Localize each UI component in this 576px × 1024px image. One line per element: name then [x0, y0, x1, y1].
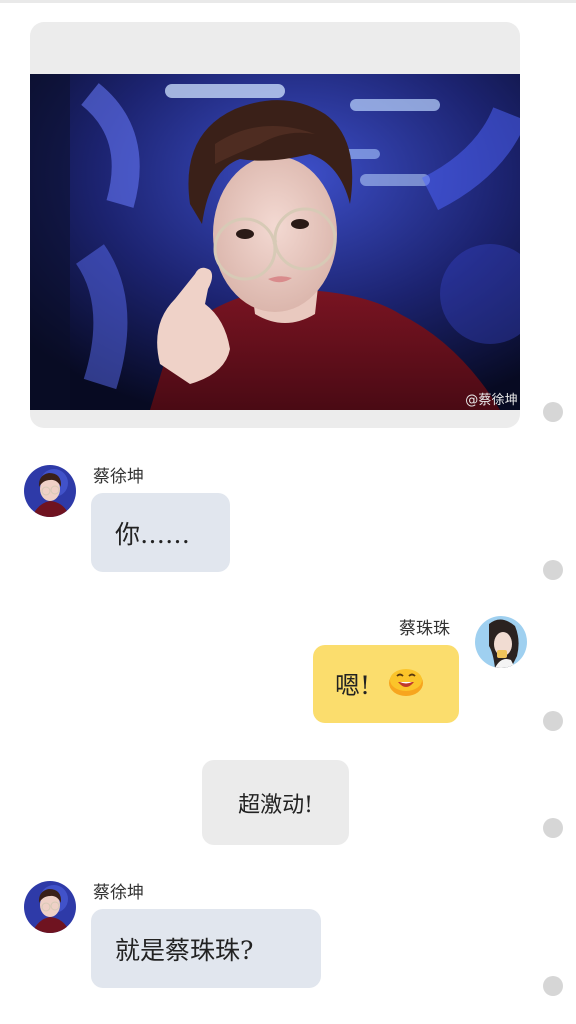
- message-text: 你……: [115, 519, 191, 549]
- chat-screen: @蔡徐坤 蔡徐坤 你…… 蔡珠珠 嗯! 超激动! 蔡徐坤 就是蔡珠珠?: [0, 0, 576, 1024]
- message-bubble-center[interactable]: 超激动!: [202, 760, 349, 845]
- image-message-card[interactable]: @蔡徐坤: [30, 22, 520, 428]
- select-radio-message-4[interactable]: [543, 976, 563, 996]
- message-bubble-right[interactable]: 嗯!: [313, 645, 459, 723]
- top-divider: [0, 0, 576, 3]
- message-text: 就是蔡珠珠?: [115, 935, 254, 965]
- shared-photo[interactable]: @蔡徐坤: [30, 74, 520, 410]
- message-text: 嗯!: [335, 671, 371, 700]
- message-bubble-left[interactable]: 你……: [91, 493, 230, 572]
- select-radio-message-3[interactable]: [543, 818, 563, 838]
- avatar-zhuzhu-icon[interactable]: [475, 616, 527, 668]
- sender-name: 蔡徐坤: [93, 467, 144, 487]
- avatar-kun-icon[interactable]: [24, 881, 76, 933]
- photo-watermark: @蔡徐坤: [465, 393, 518, 408]
- select-radio-message-2[interactable]: [543, 711, 563, 731]
- grinning-face-icon: [388, 665, 424, 703]
- sender-name: 蔡珠珠: [399, 619, 450, 639]
- sender-name: 蔡徐坤: [93, 883, 144, 903]
- message-text: 超激动!: [238, 792, 313, 818]
- avatar-kun-icon[interactable]: [24, 465, 76, 517]
- message-bubble-left[interactable]: 就是蔡珠珠?: [91, 909, 321, 988]
- select-radio-image[interactable]: [543, 402, 563, 422]
- select-radio-message-1[interactable]: [543, 560, 563, 580]
